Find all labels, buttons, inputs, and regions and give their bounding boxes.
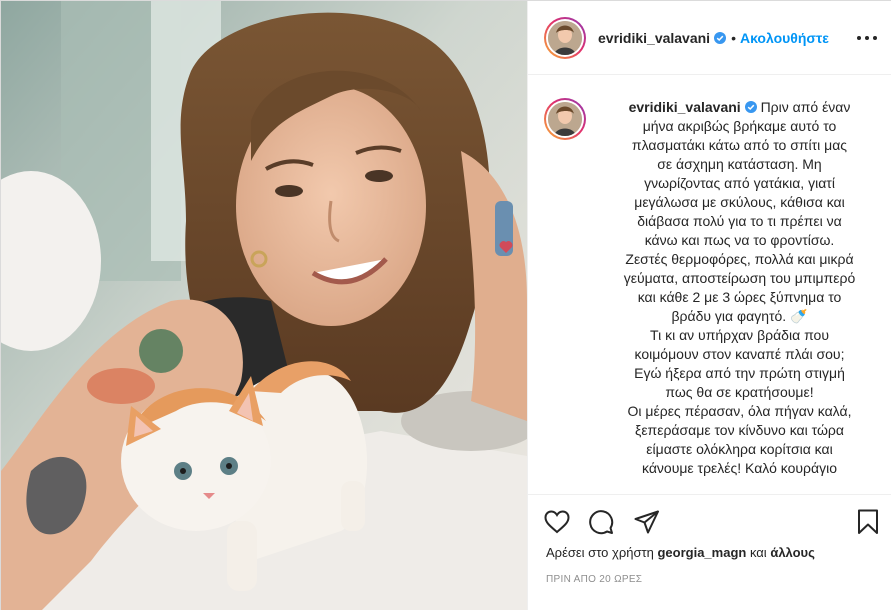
caption-first-line: evridiki_valavani Πριν από έναν xyxy=(602,98,877,117)
comment-icon[interactable] xyxy=(588,509,614,535)
caption-line: γεύματα, αποστείρωση του μπιμπερό xyxy=(623,270,856,286)
heart-icon[interactable] xyxy=(544,509,570,535)
caption-line: κοιμόμουν στον καναπέ πλάι σου; xyxy=(634,346,845,362)
post-timestamp[interactable]: ΠΡΙΝ ΑΠΟ 20 ΩΡΕΣ xyxy=(546,574,642,585)
avatar[interactable] xyxy=(544,16,586,59)
caption-line: πως θα σε κρατήσουμε! xyxy=(665,384,814,400)
likes-summary: Αρέσει στο χρήστη georgia_magn και άλλου… xyxy=(546,545,815,560)
caption-line: διάβασα πολύ για το τι πρέπει να xyxy=(637,213,842,229)
photo-illustration xyxy=(1,1,527,610)
caption-line: Οι μέρες πέρασαν, όλα πήγαν καλά, xyxy=(627,403,852,419)
likes-others-link[interactable]: άλλους xyxy=(770,545,815,560)
caption-line: Ζεστές θερμοφόρες, πολλά και μικρά xyxy=(625,251,854,267)
caption-text: evridiki_valavani Πριν από έναν μήνα ακρ… xyxy=(602,98,877,494)
avatar-image xyxy=(548,20,582,55)
follow-button[interactable]: Ακολουθήστε xyxy=(740,30,829,46)
caption-line: βράδυ για φαγητό. 🍼 xyxy=(671,308,808,324)
avatar-image xyxy=(548,102,582,136)
caption-line: μήνα ακριβώς βρήκαμε αυτό το xyxy=(642,118,837,134)
caption-line: Εγώ ήξερα από την πρώτη στιγμή xyxy=(634,365,845,381)
liker-username[interactable]: georgia_magn xyxy=(657,545,746,560)
bookmark-icon[interactable] xyxy=(855,509,881,535)
caption-line: είμαστε ολόκληρα κορίτσια και xyxy=(646,441,833,457)
caption-line: και κάθε 2 με 3 ώρες ξύπνημα το xyxy=(637,289,842,305)
post-header: evridiki_valavani • Ακολουθήστε xyxy=(528,1,891,75)
caption-line: μεγάλωσα με σκύλους, κάθισα και xyxy=(634,194,845,210)
post-photo[interactable] xyxy=(1,1,527,610)
caption-line: σε άσχημη κατάσταση. Μη xyxy=(657,156,822,172)
caption-section[interactable]: evridiki_valavani Πριν από έναν μήνα ακρ… xyxy=(528,76,891,494)
caption-avatar[interactable] xyxy=(544,98,586,140)
caption-username[interactable]: evridiki_valavani xyxy=(629,99,741,115)
post-sidebar: evridiki_valavani • Ακολουθήστε evridiki… xyxy=(527,1,891,610)
caption-line: Τι κι αν υπήρχαν βράδια που xyxy=(650,327,829,343)
separator-dot: • xyxy=(731,29,736,46)
caption-line: γνωρίζοντας από γατάκια, γιατί xyxy=(644,175,835,191)
post-frame: evridiki_valavani • Ακολουθήστε evridiki… xyxy=(0,0,891,610)
more-options-icon[interactable] xyxy=(857,28,877,48)
caption-line: Πριν από έναν xyxy=(760,99,851,115)
post-actions: Αρέσει στο χρήστη georgia_magn και άλλου… xyxy=(528,494,891,610)
caption-line: κάνω και πως να το φροντίσω. xyxy=(644,232,835,248)
send-icon[interactable] xyxy=(634,509,660,535)
header-username[interactable]: evridiki_valavani xyxy=(598,30,710,46)
likes-prefix: Αρέσει στο χρήστη xyxy=(546,545,654,560)
verified-badge-icon xyxy=(744,101,757,113)
caption-line: κάνουμε τρελές! Καλό κουράγιο xyxy=(641,460,837,476)
caption-line: ξεπεράσαμε τον κίνδυνο και τώρα xyxy=(635,422,844,438)
caption-line: πλασματάκι κάτω από το σπίτι μας xyxy=(631,137,848,153)
likes-middle: και xyxy=(749,545,767,560)
verified-badge-icon xyxy=(714,31,727,44)
